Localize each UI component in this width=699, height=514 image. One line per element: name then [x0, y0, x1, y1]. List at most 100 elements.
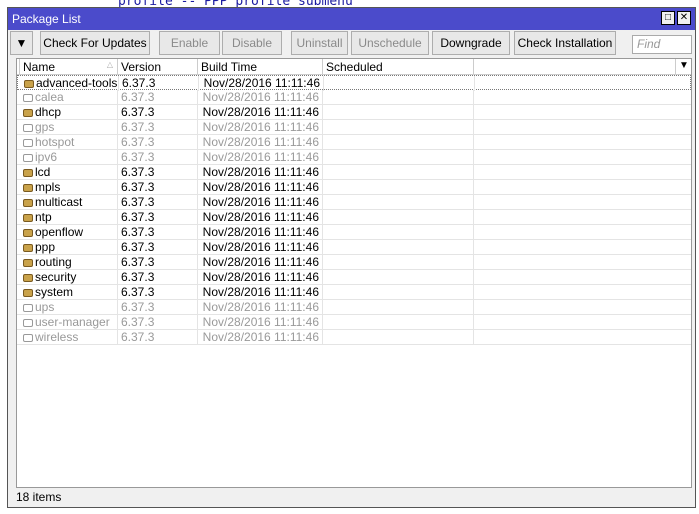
cell-version: 6.37.3 — [118, 120, 198, 135]
table-row[interactable]: lcd 6.37.3 Nov/28/2016 11:11:46 — [17, 165, 691, 180]
package-icon — [23, 139, 33, 147]
cell-version: 6.37.3 — [118, 105, 198, 120]
table-row[interactable]: system 6.37.3 Nov/28/2016 11:11:46 — [17, 285, 691, 300]
cell-scheduled — [323, 195, 474, 210]
cell-name: multicast — [20, 195, 118, 210]
cell-version: 6.37.3 — [118, 240, 198, 255]
disable-button[interactable]: Disable — [222, 31, 282, 55]
table-row[interactable]: hotspot 6.37.3 Nov/28/2016 11:11:46 — [17, 135, 691, 150]
cell-version: 6.37.3 — [118, 135, 198, 150]
downgrade-button[interactable]: Downgrade — [432, 31, 510, 55]
column-header-version[interactable]: Version — [118, 59, 198, 75]
enable-button[interactable]: Enable — [159, 31, 220, 55]
cell-version: 6.37.3 — [118, 315, 198, 330]
cell-name: openflow — [20, 225, 118, 240]
cell-name: ups — [20, 300, 118, 315]
status-item-count: 18 items — [16, 490, 62, 504]
table-row[interactable]: wireless 6.37.3 Nov/28/2016 11:11:46 — [17, 330, 691, 345]
column-header-build-time[interactable]: Build Time — [198, 59, 323, 75]
table-row[interactable]: user-manager 6.37.3 Nov/28/2016 11:11:46 — [17, 315, 691, 330]
cell-build-time: Nov/28/2016 11:11:46 — [198, 300, 323, 315]
cell-name: ntp — [20, 210, 118, 225]
cell-name: security — [20, 270, 118, 285]
cell-name: ppp — [20, 240, 118, 255]
close-icon[interactable]: ✕ — [677, 11, 691, 25]
cell-build-time: Nov/28/2016 11:11:46 — [198, 120, 323, 135]
package-icon — [23, 304, 33, 312]
cell-scheduled — [323, 315, 474, 330]
check-installation-button[interactable]: Check Installation — [514, 31, 616, 55]
cell-name: routing — [20, 255, 118, 270]
cell-build-time: Nov/28/2016 11:11:46 — [198, 90, 323, 105]
cell-scheduled — [323, 255, 474, 270]
table-row[interactable]: openflow 6.37.3 Nov/28/2016 11:11:46 — [17, 225, 691, 240]
cell-build-time: Nov/28/2016 11:11:46 — [198, 285, 323, 300]
table-row[interactable]: ipv6 6.37.3 Nov/28/2016 11:11:46 — [17, 150, 691, 165]
maximize-icon[interactable]: □ — [661, 11, 675, 25]
table-row[interactable]: multicast 6.37.3 Nov/28/2016 11:11:46 — [17, 195, 691, 210]
check-for-updates-button[interactable]: Check For Updates — [40, 31, 150, 55]
cell-name: hotspot — [20, 135, 118, 150]
package-list-window: Package List □ ✕ ▼ Check For Updates Enab… — [7, 7, 696, 508]
cell-name: system — [20, 285, 118, 300]
table-row[interactable]: dhcp 6.37.3 Nov/28/2016 11:11:46 — [17, 105, 691, 120]
cell-name: calea — [20, 90, 118, 105]
table-row[interactable]: mpls 6.37.3 Nov/28/2016 11:11:46 — [17, 180, 691, 195]
cell-version: 6.37.3 — [118, 90, 198, 105]
cell-scheduled — [323, 285, 474, 300]
uninstall-button[interactable]: Uninstall — [291, 31, 348, 55]
cell-build-time: Nov/28/2016 11:11:46 — [198, 165, 323, 180]
filter-button[interactable]: ▼ — [10, 31, 33, 55]
filter-icon: ▼ — [15, 36, 28, 50]
cell-name: mpls — [20, 180, 118, 195]
window-title: Package List — [12, 12, 81, 26]
cell-build-time: Nov/28/2016 11:11:46 — [198, 105, 323, 120]
title-bar[interactable]: Package List □ ✕ — [8, 8, 695, 30]
unschedule-button[interactable]: Unschedule — [351, 31, 429, 55]
cell-scheduled — [323, 210, 474, 225]
cell-build-time: Nov/28/2016 11:11:46 — [198, 150, 323, 165]
cell-scheduled — [323, 300, 474, 315]
cell-build-time: Nov/28/2016 11:11:46 — [198, 240, 323, 255]
package-icon — [23, 109, 33, 117]
cell-version: 6.37.3 — [118, 195, 198, 210]
package-icon — [23, 319, 33, 327]
cell-version: 6.37.3 — [118, 150, 198, 165]
cell-build-time: Nov/28/2016 11:11:46 — [199, 76, 324, 91]
cell-name: lcd — [20, 165, 118, 180]
cell-name: ipv6 — [20, 150, 118, 165]
cell-name: wireless — [20, 330, 118, 345]
cell-version: 6.37.3 — [118, 225, 198, 240]
cell-name: user-manager — [20, 315, 118, 330]
table-row[interactable]: calea 6.37.3 Nov/28/2016 11:11:46 — [17, 90, 691, 105]
package-icon — [23, 169, 33, 177]
cell-name: advanced-tools — [21, 76, 119, 91]
cell-version: 6.37.3 — [118, 330, 198, 345]
table-row[interactable]: advanced-tools 6.37.3 Nov/28/2016 11:11:… — [17, 75, 691, 91]
table-row[interactable]: ntp 6.37.3 Nov/28/2016 11:11:46 — [17, 210, 691, 225]
cell-scheduled — [323, 120, 474, 135]
column-header-name[interactable]: Name △ — [20, 59, 118, 75]
find-input[interactable]: Find — [632, 35, 692, 54]
table-row[interactable]: ups 6.37.3 Nov/28/2016 11:11:46 — [17, 300, 691, 315]
column-menu-dropdown-icon[interactable]: ▼ — [679, 60, 689, 71]
cell-scheduled — [323, 270, 474, 285]
cell-version: 6.37.3 — [118, 300, 198, 315]
package-icon — [23, 229, 33, 237]
cell-build-time: Nov/28/2016 11:11:46 — [198, 195, 323, 210]
column-header-scheduled[interactable]: Scheduled — [323, 59, 474, 75]
cell-scheduled — [323, 240, 474, 255]
package-icon — [23, 334, 33, 342]
table-row[interactable]: gps 6.37.3 Nov/28/2016 11:11:46 — [17, 120, 691, 135]
cell-scheduled — [323, 150, 474, 165]
cell-version: 6.37.3 — [118, 180, 198, 195]
cell-scheduled — [323, 165, 474, 180]
cell-build-time: Nov/28/2016 11:11:46 — [198, 315, 323, 330]
table-row[interactable]: routing 6.37.3 Nov/28/2016 11:11:46 — [17, 255, 691, 270]
package-icon — [23, 184, 33, 192]
table-row[interactable]: ppp 6.37.3 Nov/28/2016 11:11:46 — [17, 240, 691, 255]
package-icon — [23, 259, 33, 267]
cell-scheduled — [323, 135, 474, 150]
table-row[interactable]: security 6.37.3 Nov/28/2016 11:11:46 — [17, 270, 691, 285]
cell-build-time: Nov/28/2016 11:11:46 — [198, 180, 323, 195]
